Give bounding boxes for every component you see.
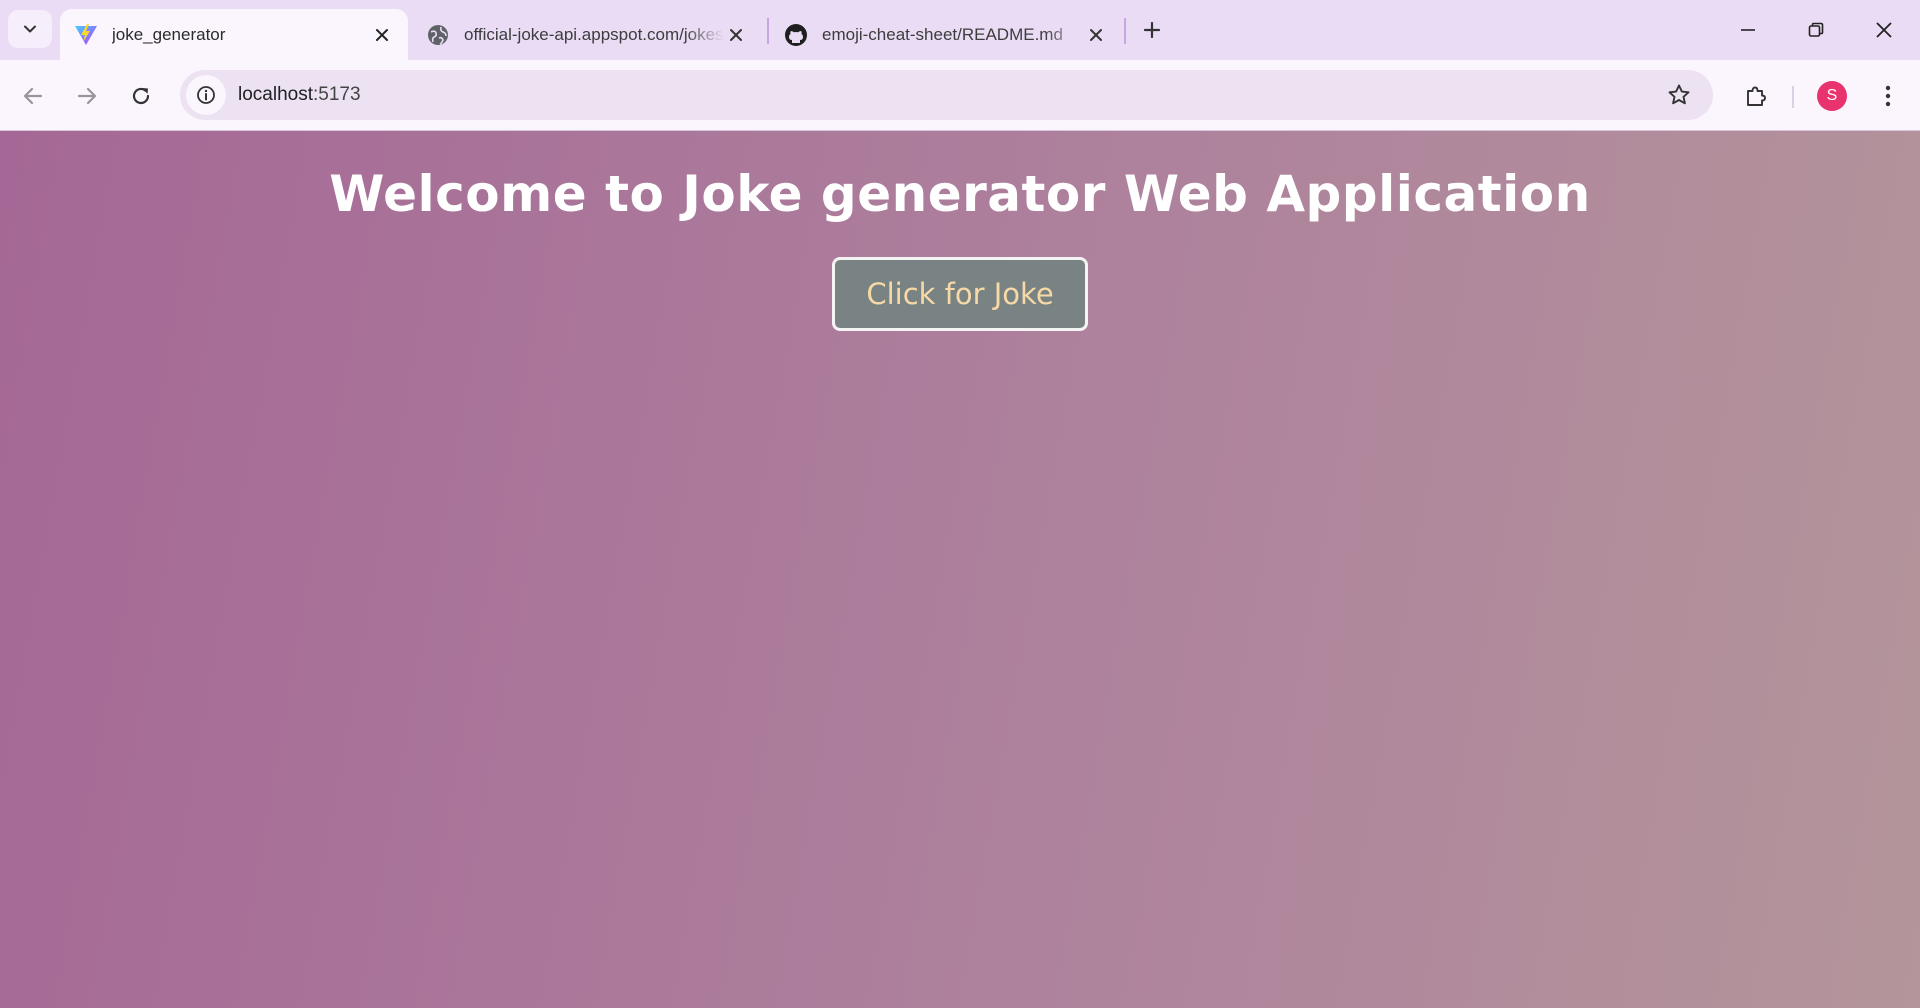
vite-logo-icon — [74, 23, 98, 47]
more-vert-icon — [1885, 85, 1891, 107]
tab-joke-generator[interactable]: joke_generator — [60, 9, 408, 60]
url-port: :5173 — [313, 84, 361, 105]
close-icon — [1875, 21, 1893, 39]
globe-icon — [426, 23, 450, 47]
browser-toolbar: localhost:5173 S — [0, 60, 1920, 131]
reload-button[interactable] — [121, 76, 161, 116]
puzzle-icon — [1744, 84, 1768, 108]
arrow-left-icon — [22, 85, 44, 107]
arrow-right-icon — [76, 85, 98, 107]
toolbar-separator — [1792, 86, 1794, 108]
browser-window: joke_generator official-joke-api.appspot… — [0, 0, 1920, 1008]
site-info-button[interactable] — [186, 75, 226, 115]
address-bar[interactable]: localhost:5173 — [180, 70, 1713, 120]
tab-strip: joke_generator official-joke-api.appspot… — [0, 0, 1920, 60]
star-icon — [1667, 83, 1691, 107]
tab-separator — [767, 18, 769, 44]
page-title: Welcome to Joke generator Web Applicatio… — [329, 165, 1591, 223]
github-icon — [784, 23, 808, 47]
tab-search-button[interactable] — [8, 10, 52, 48]
forward-button[interactable] — [67, 76, 107, 116]
new-tab-button[interactable] — [1136, 14, 1168, 46]
page-viewport: Welcome to Joke generator Web Applicatio… — [0, 131, 1920, 1008]
close-tab-icon[interactable] — [370, 23, 394, 47]
restore-button[interactable] — [1786, 8, 1846, 52]
joke-button[interactable]: Click for Joke — [832, 257, 1088, 331]
close-tab-icon[interactable] — [724, 23, 748, 47]
profile-avatar[interactable]: S — [1817, 81, 1847, 111]
minimize-icon — [1740, 22, 1756, 38]
extensions-button[interactable] — [1736, 76, 1776, 116]
chevron-down-icon — [22, 21, 38, 37]
bookmark-button[interactable] — [1663, 79, 1695, 111]
plus-icon — [1142, 20, 1162, 40]
tab-title: joke_generator — [112, 24, 226, 44]
tab-title: official-joke-api.appspot.com/jokes — [464, 24, 724, 44]
back-button[interactable] — [13, 76, 53, 116]
tab-title: emoji-cheat-sheet/README.md — [822, 24, 1063, 44]
browser-menu-button[interactable] — [1868, 76, 1908, 116]
close-window-button[interactable] — [1854, 8, 1914, 52]
url-text[interactable]: localhost:5173 — [238, 84, 361, 106]
reload-icon — [130, 85, 152, 107]
tab-separator — [1124, 18, 1126, 44]
minimize-button[interactable] — [1718, 8, 1778, 52]
tab-emoji-cheat-sheet[interactable]: emoji-cheat-sheet/README.md — [770, 9, 1122, 60]
tab-joke-api[interactable]: official-joke-api.appspot.com/jokes — [412, 9, 762, 60]
close-tab-icon[interactable] — [1084, 23, 1108, 47]
info-icon — [196, 85, 216, 105]
url-host: localhost — [238, 84, 313, 105]
restore-icon — [1808, 22, 1824, 38]
